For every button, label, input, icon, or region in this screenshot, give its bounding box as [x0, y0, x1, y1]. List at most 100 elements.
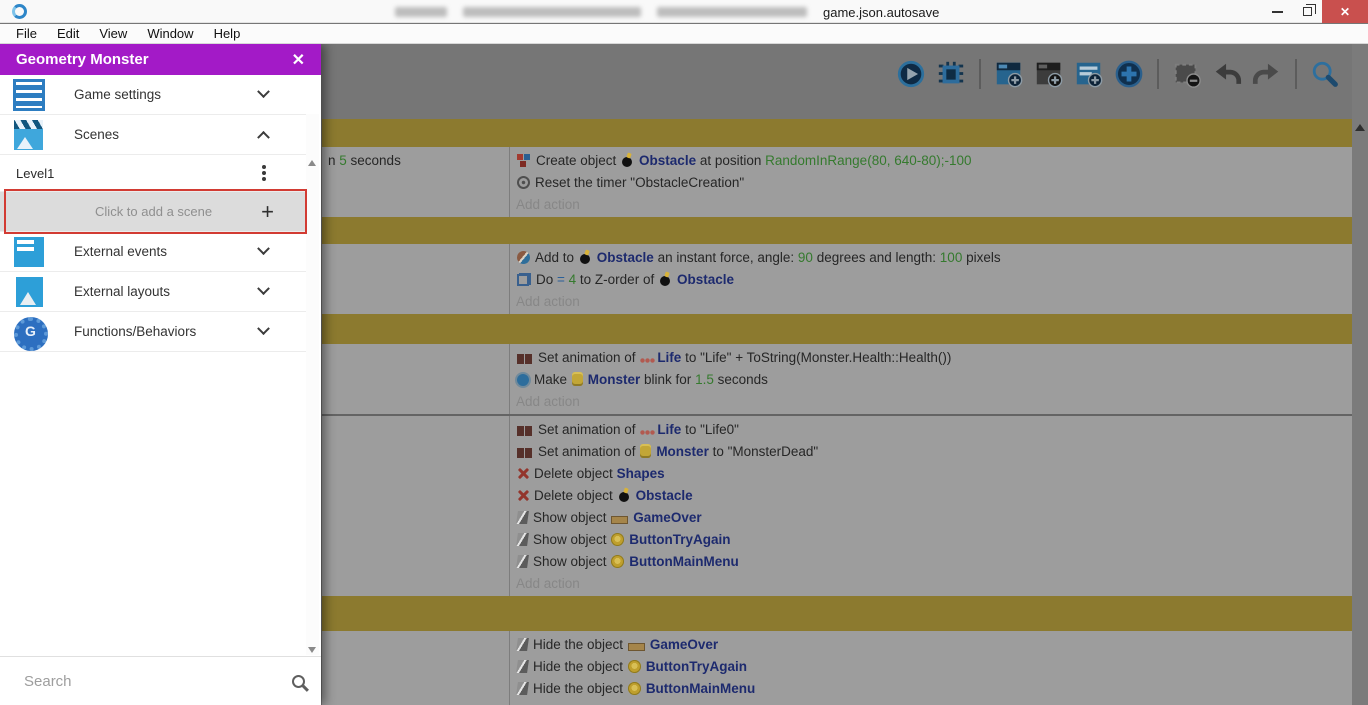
bomb-icon: [621, 153, 634, 167]
visibility-icon: [516, 555, 529, 568]
debug-icon: [938, 61, 964, 84]
chevron-down-icon: [257, 242, 270, 256]
button-icon: [627, 660, 641, 673]
toolbar-add-comment-button[interactable]: [1072, 57, 1106, 91]
action-row[interactable]: Show object GameOver: [516, 507, 1352, 529]
gameover-icon: [611, 516, 629, 524]
action-row[interactable]: Show object ButtonMainMenu: [516, 551, 1352, 573]
close-drawer-icon[interactable]: ✕: [292, 50, 305, 70]
gdevelop-logo-icon: [12, 4, 27, 19]
action-row[interactable]: Hide the object ButtonMainMenu: [516, 678, 1352, 700]
menu-view[interactable]: View: [89, 26, 137, 41]
toolbar-delete-event-button[interactable]: [1170, 57, 1204, 91]
sidebar-item-functions-behaviors[interactable]: Functions/Behaviors: [0, 312, 306, 352]
scroll-up-arrow-icon[interactable]: [1355, 124, 1365, 131]
action-row[interactable]: Delete object Shapes: [516, 463, 1352, 485]
condition-row[interactable]: n 5 seconds: [328, 150, 509, 172]
action-row[interactable]: Set animation of Monster to "MonsterDead…: [516, 441, 1352, 463]
game-settings-icon: [12, 78, 46, 112]
add-action-button[interactable]: Add action: [516, 391, 1352, 412]
toolbar-add-event-button[interactable]: [992, 57, 1026, 91]
menu-edit[interactable]: Edit: [47, 26, 89, 41]
add-action-button[interactable]: Add action: [516, 573, 1352, 594]
conditions-column: [322, 244, 510, 314]
action-row[interactable]: Reset the timer "ObstacleCreation": [516, 172, 1352, 194]
chevron-down-icon: [257, 85, 270, 99]
toolbar-undo-button[interactable]: [1210, 57, 1244, 91]
event-row[interactable]: Hide the object GameOver Hide the object …: [322, 631, 1352, 705]
timer-icon: [517, 176, 530, 189]
action-row[interactable]: Set animation of Life to "Life0": [516, 419, 1352, 441]
add-scene-button[interactable]: Click to add a scene +: [0, 192, 306, 232]
conditions-column: n 5 seconds: [322, 147, 510, 217]
life-dots-icon: [640, 357, 656, 364]
kebab-menu-icon[interactable]: [262, 165, 266, 169]
chevron-down-icon: [257, 282, 270, 296]
sidebar-item-scenes[interactable]: Scenes: [0, 115, 306, 155]
search-bar: [0, 656, 321, 705]
toolbar-debug-button[interactable]: [934, 57, 968, 91]
drawer-scrollbar[interactable]: [306, 114, 319, 655]
visibility-icon: [516, 511, 529, 524]
project-title: Geometry Monster: [16, 51, 149, 68]
search-icon[interactable]: [292, 674, 305, 688]
toolbar-add-subevent-button[interactable]: [1032, 57, 1066, 91]
comment-row[interactable]: [322, 217, 1352, 244]
close-button[interactable]: ✕: [1322, 0, 1368, 23]
toolbar-play-button[interactable]: [894, 57, 928, 91]
search-icon: [1312, 61, 1338, 87]
add-action-button[interactable]: Add action: [516, 700, 1352, 705]
sidebar-item-external-layouts[interactable]: External layouts: [0, 272, 306, 312]
button-icon: [611, 555, 625, 568]
window-title-text: game.json.autosave: [823, 4, 940, 20]
main-scrollbar[interactable]: [1352, 44, 1368, 705]
sidebar-item-external-events[interactable]: External events: [0, 232, 306, 272]
sidebar-item-label: External layouts: [74, 284, 171, 299]
event-row[interactable]: n 5 seconds Create object Obstacle at pos…: [322, 147, 1352, 217]
visibility-icon: [516, 638, 529, 651]
toolbar-redo-button[interactable]: [1250, 57, 1284, 91]
action-row[interactable]: Set animation of Life to "Life" + ToStri…: [516, 347, 1352, 369]
scene-item-label: Level1: [16, 165, 55, 181]
monster-icon: [640, 444, 652, 458]
comment-row[interactable]: [322, 596, 1352, 631]
menu-file[interactable]: File: [6, 26, 47, 41]
add-circle-icon: [1115, 60, 1143, 88]
action-row[interactable]: Add to Obstacle an instant force, angle:…: [516, 247, 1352, 269]
event-row[interactable]: Add to Obstacle an instant force, angle:…: [322, 244, 1352, 314]
action-row[interactable]: Show object ButtonTryAgain: [516, 529, 1352, 551]
plus-icon: +: [261, 198, 274, 224]
minimize-button[interactable]: [1262, 0, 1292, 23]
comment-row[interactable]: [322, 314, 1352, 344]
menu-bar: File Edit View Window Help: [0, 24, 1368, 44]
events-sheet: n 5 seconds Create object Obstacle at pos…: [322, 119, 1352, 705]
sidebar-item-label: Scenes: [74, 127, 120, 142]
comment-row[interactable]: [322, 119, 1352, 147]
add-action-button[interactable]: Add action: [516, 194, 1352, 215]
scroll-up-arrow-icon[interactable]: [308, 160, 316, 166]
action-row[interactable]: Make Monster blink for 1.5 seconds: [516, 369, 1352, 391]
maximize-button[interactable]: [1292, 0, 1322, 23]
menu-help[interactable]: Help: [204, 26, 251, 41]
functions-behaviors-icon: [12, 315, 48, 351]
scroll-down-arrow-icon[interactable]: [308, 647, 316, 653]
action-row[interactable]: Hide the object GameOver: [516, 634, 1352, 656]
event-row[interactable]: Set animation of Life to "Life" + ToStri…: [322, 344, 1352, 414]
search-input[interactable]: [24, 672, 292, 690]
actions-column: Hide the object GameOver Hide the object …: [510, 631, 1352, 705]
scene-item-level1[interactable]: Level1: [0, 155, 306, 192]
add-action-button[interactable]: Add action: [516, 291, 1352, 312]
project-items-list: Game settings Scenes Level1 Click to add a …: [0, 75, 321, 352]
add-subevent-icon: [1036, 62, 1063, 88]
menu-window[interactable]: Window: [137, 26, 203, 41]
add-comment-icon: [1076, 62, 1103, 88]
action-row[interactable]: Delete object Obstacle: [516, 485, 1352, 507]
action-row[interactable]: Do = 4 to Z-order of Obstacle: [516, 269, 1352, 291]
action-row[interactable]: Create object Obstacle at position Rando…: [516, 150, 1352, 172]
toolbar-add-circle-button[interactable]: [1112, 57, 1146, 91]
action-row[interactable]: Hide the object ButtonTryAgain: [516, 656, 1352, 678]
sidebar-item-game-settings[interactable]: Game settings: [0, 75, 306, 115]
undo-icon: [1215, 63, 1242, 84]
event-row[interactable]: Set animation of Life to "Life0" Set anim…: [322, 416, 1352, 596]
toolbar-search-button[interactable]: [1308, 57, 1342, 91]
